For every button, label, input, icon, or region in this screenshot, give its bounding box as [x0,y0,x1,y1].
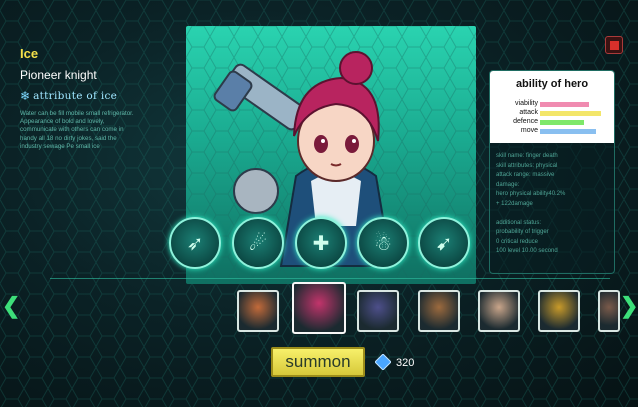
skill-info-line: hero physical ability40.2% [496,191,566,197]
running-figure-skill-icon: ☄ [249,232,267,255]
skill-info-line: skill name: finger death [496,153,558,159]
gem-count: 320 [396,357,415,369]
close-icon [609,40,619,50]
stat-label: move [520,127,538,134]
skill-button-4[interactable]: ☃ [357,217,409,269]
hero-masked-soldier[interactable] [357,290,399,332]
skill-info-line: probability of trigger [496,229,549,235]
snowman-skill-icon: ☃ [374,232,392,255]
stat-defence: defence [490,118,614,127]
skill-info-line: additional status: [496,219,542,226]
close-button[interactable] [605,36,623,54]
hero-golden-mech[interactable] [538,290,580,332]
skill-button-1[interactable]: ➶ [169,217,221,269]
stat-label: viability [515,100,538,107]
roster-divider [50,278,610,279]
shield-cross-skill-icon: ✚ [312,232,330,255]
stat-label: attack [519,109,538,116]
rifle-skill-icon: ➶ [186,232,204,255]
ability-stats-card: ability of hero viability attack defence… [490,71,614,143]
stat-bar [540,120,584,125]
skill-button-5[interactable]: ➹ [418,217,470,269]
skill-info-line [496,209,612,219]
stat-attack: attack [490,109,614,118]
skill-info-line: attack range: massive [496,172,555,178]
skill-button-3[interactable]: ✚ [295,217,347,269]
skill-button-2[interactable]: ☄ [232,217,284,269]
hero-bandana-fighter[interactable] [418,290,460,332]
skill-info: skill name: finger death skill attribute… [496,152,612,257]
summon-button[interactable]: summon [271,347,365,377]
hero-description: Water can be fill mobile small refrigera… [20,110,134,150]
attribute-label: attribute of ice [33,90,118,102]
hero-attribute: ❄ attribute of ice [20,89,117,103]
stat-move: move [490,127,614,136]
hero-partial[interactable] [598,290,620,332]
skill-info-line: 0 critical reduce [496,238,539,245]
stat-bar [540,102,589,107]
skill-info-line: + 122damage [496,200,533,207]
skill-info-line: skill attributes: physical [496,162,558,169]
chevron-right-icon[interactable]: ❯ [620,293,638,319]
stat-label: defence [513,118,538,125]
snowflake-icon: ❄ [20,89,31,103]
stat-bar [540,129,596,134]
skill-info-line: 100 level 10.00 second [496,248,558,254]
stat-bar [540,111,601,116]
wings-skill-icon: ➹ [435,232,453,255]
chevron-left-icon[interactable]: ❮ [2,293,20,319]
hero-cat-girl[interactable] [478,290,520,332]
ability-title: ability of hero [515,78,589,90]
diamond-gem-icon [375,354,391,370]
hero-class: Pioneer knight [20,68,97,82]
skill-info-line: damage: [496,181,520,188]
hero-ice-knight[interactable] [292,282,346,334]
stat-viability: viability [490,100,614,109]
hero-armored-bot[interactable] [237,290,279,332]
hero-name: Ice [20,46,39,61]
